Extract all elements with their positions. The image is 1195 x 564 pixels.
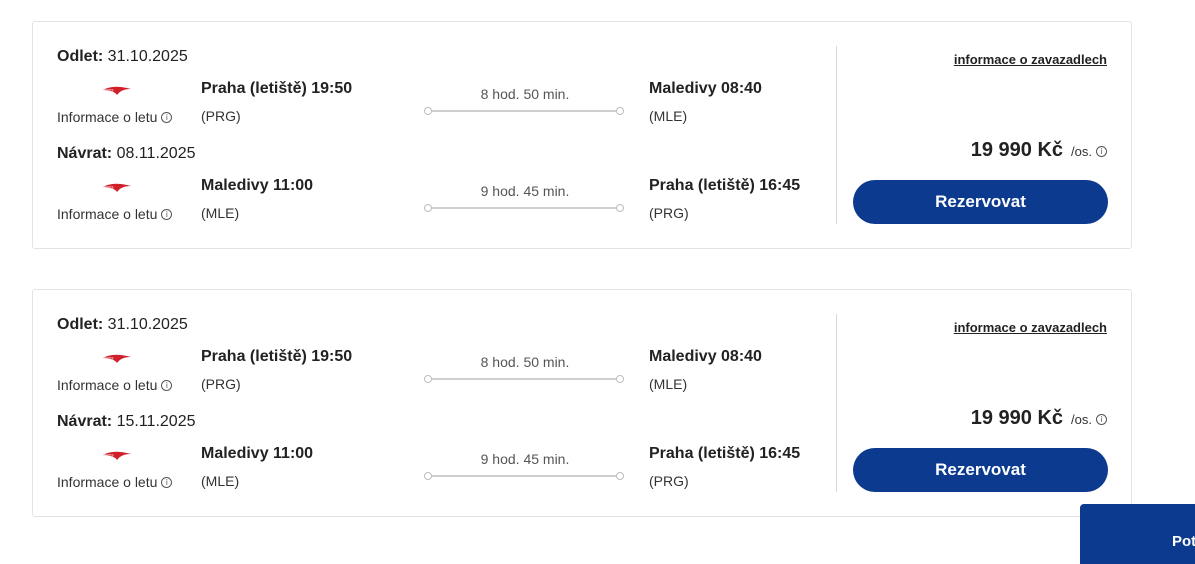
svg-text:neos: neos [104,88,114,93]
departure-place: Maledivy 11:00 [201,445,314,462]
svg-text:neos: neos [104,356,114,361]
outbound-leg: Odlet: 31.10.2025 neos Informace o letu i… [33,316,833,416]
flight-result-card: Odlet: 31.10.2025 neos Informace o letu i… [32,289,1132,517]
departure-code: (PRG) [201,376,241,392]
flight-duration: 9 hod. 45 min. [480,183,570,199]
arrival-code: (MLE) [649,108,688,124]
arrival-place: Praha (letiště) 16:45 [649,445,801,462]
airline-logo: neos [103,183,131,192]
arrival-code: (PRG) [649,473,689,489]
flight-duration: 8 hod. 50 min. [480,354,570,370]
flight-duration: 9 hod. 45 min. [480,451,570,467]
outbound-leg: Odlet: 31.10.2025 neos Informace o letu i… [33,48,833,148]
flight-info-link[interactable]: Informace o letu i [57,377,173,393]
arrival-code: (PRG) [649,205,689,221]
baggage-info-link[interactable]: informace o zavazadlech [954,320,1107,335]
info-icon: i [161,208,173,220]
info-icon: i [161,111,173,123]
departure-place: Maledivy 11:00 [201,177,314,194]
route-dot-icon [424,107,432,115]
flight-duration: 8 hod. 50 min. [480,86,570,102]
per-person: /os. i [1071,412,1107,427]
airline-logo: neos [103,451,131,460]
book-button[interactable]: Rezervovat [853,180,1108,224]
divider [836,314,837,492]
price-block: 19 990 Kč /os. i [971,139,1107,162]
book-button[interactable]: Rezervovat [853,448,1108,492]
route-line [424,107,624,115]
return-leg: Návrat: 08.11.2025 neos Informace o letu… [33,145,833,245]
per-person: /os. i [1071,144,1107,159]
return-leg: Návrat: 15.11.2025 neos Informace o letu… [33,413,833,513]
arrival-place: Maledivy 08:40 [649,348,762,365]
departure-place: Praha (letiště) 19:50 [201,80,353,97]
info-icon: i [161,476,173,488]
route-dot-icon [616,472,624,480]
arrival-place: Praha (letiště) 16:45 [649,177,801,194]
floating-action-button[interactable]: Pot [1080,504,1195,564]
airline-logo: neos [103,86,131,95]
arrival-code: (MLE) [649,376,688,392]
route-dot-icon [616,204,624,212]
return-date: Návrat: 15.11.2025 [57,413,196,430]
flight-info-link[interactable]: Informace o letu i [57,109,173,125]
airline-logo: neos [103,354,131,363]
outbound-date: Odlet: 31.10.2025 [57,316,188,333]
departure-code: (MLE) [201,205,240,221]
price-amount: 19 990 Kč [970,139,1064,161]
route-dot-icon [424,204,432,212]
baggage-info-link[interactable]: informace o zavazadlech [954,52,1107,67]
route-dot-icon [424,472,432,480]
flight-info-link[interactable]: Informace o letu i [57,206,173,222]
arrival-place: Maledivy 08:40 [649,80,762,97]
departure-code: (MLE) [201,473,240,489]
svg-text:neos: neos [104,453,114,458]
price-amount: 19 990 Kč [970,407,1064,429]
route-line [424,472,624,480]
flight-result-card: Odlet: 31.10.2025 neos Informace o letu i… [32,21,1132,249]
route-dot-icon [424,375,432,383]
return-date: Návrat: 08.11.2025 [57,145,196,162]
route-line [424,204,624,212]
departure-code: (PRG) [201,108,241,124]
svg-text:neos: neos [104,185,114,190]
route-line [424,375,624,383]
info-icon: i [161,379,173,391]
route-dot-icon [616,107,624,115]
divider [836,46,837,224]
info-icon[interactable]: i [1096,146,1107,157]
price-block: 19 990 Kč /os. i [971,407,1107,430]
route-dot-icon [616,375,624,383]
outbound-date: Odlet: 31.10.2025 [57,48,188,65]
departure-place: Praha (letiště) 19:50 [201,348,353,365]
flight-info-link[interactable]: Informace o letu i [57,474,173,490]
info-icon[interactable]: i [1096,414,1107,425]
